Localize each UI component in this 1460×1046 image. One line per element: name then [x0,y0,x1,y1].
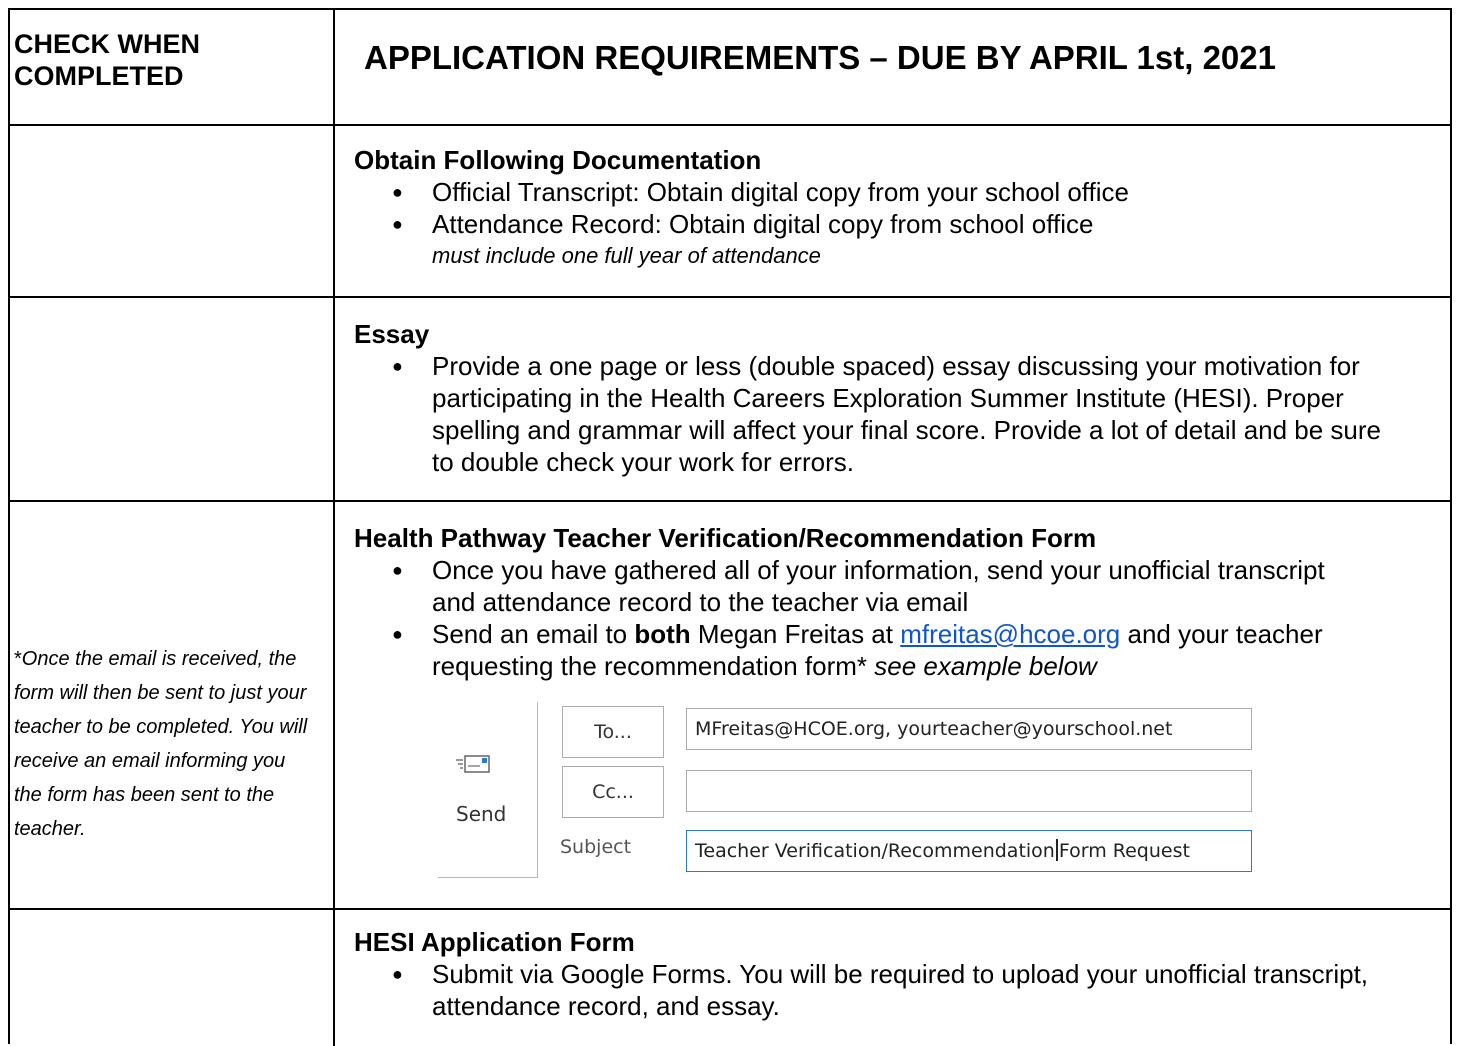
envelope-icon [456,755,490,773]
check-column-header: CHECK WHEN COMPLETED [14,29,200,91]
list-item: ● Official Transcript: Obtain digital cop… [392,177,1130,207]
subject-field[interactable]: Teacher Verification/Recommendation Form … [686,830,1252,872]
requirements-column-header: APPLICATION REQUIREMENTS – DUE BY APRIL … [364,39,1276,76]
list-item: ● Submit via Google Forms. You will be re… [392,959,1369,1021]
row-divider [10,296,1450,298]
documentation-section: Obtain Following Documentation ● Official… [354,144,1424,272]
bullet-icon: ● [392,182,403,202]
essay-section: Essay ● Provide a one page or less (doubl… [354,318,1424,478]
list-item: ● Send an email to both Megan Freitas at … [392,619,1323,681]
email-link[interactable]: mfreitas@hcoe.org [900,619,1120,649]
bullet-icon: ● [392,560,403,580]
section-title: HESI Application Form [354,927,635,957]
attendance-note: must include one full year of attendance [432,243,821,268]
hesi-form-section: HESI Application Form ● Submit via Google… [354,926,1424,1022]
cc-field[interactable] [686,770,1252,812]
list-item: ● Provide a one page or less (double spac… [392,351,1382,477]
email-composer-example: Send To... MFreitas@HCOE.org, yourteache… [438,702,1252,878]
bullet-icon: ● [392,624,403,644]
documentation-list: ● Official Transcript: Obtain digital cop… [354,176,1424,240]
essay-list: ● Provide a one page or less (double spac… [354,350,1424,478]
text-cursor [1055,839,1058,861]
row-divider [10,908,1450,910]
subject-label: Subject [560,836,632,858]
bullet-icon: ● [392,964,403,984]
bullet-icon: ● [392,214,403,234]
send-label: Send [456,802,507,826]
section-title: Essay [354,319,430,349]
send-button[interactable]: Send [438,702,538,878]
row-divider [10,500,1450,502]
bullet-icon: ● [392,356,403,376]
teacher-form-side-note: *Once the email is received, the form wi… [14,648,308,840]
to-button[interactable]: To... [562,706,664,758]
to-field[interactable]: MFreitas@HCOE.org, yourteacher@yourschoo… [686,708,1252,750]
list-item: ● Attendance Record: Obtain digital copy … [392,209,1094,239]
teacher-form-section: Health Pathway Teacher Verification/Reco… [354,522,1424,682]
hesi-form-list: ● Submit via Google Forms. You will be re… [354,958,1424,1022]
column-divider [333,10,335,1046]
row-divider [10,124,1450,126]
section-title: Health Pathway Teacher Verification/Reco… [354,523,1097,553]
list-item: ● Once you have gathered all of your info… [392,555,1325,617]
cc-button[interactable]: Cc... [562,766,664,818]
teacher-form-list: ● Once you have gathered all of your info… [354,554,1424,682]
section-title: Obtain Following Documentation [354,145,762,175]
